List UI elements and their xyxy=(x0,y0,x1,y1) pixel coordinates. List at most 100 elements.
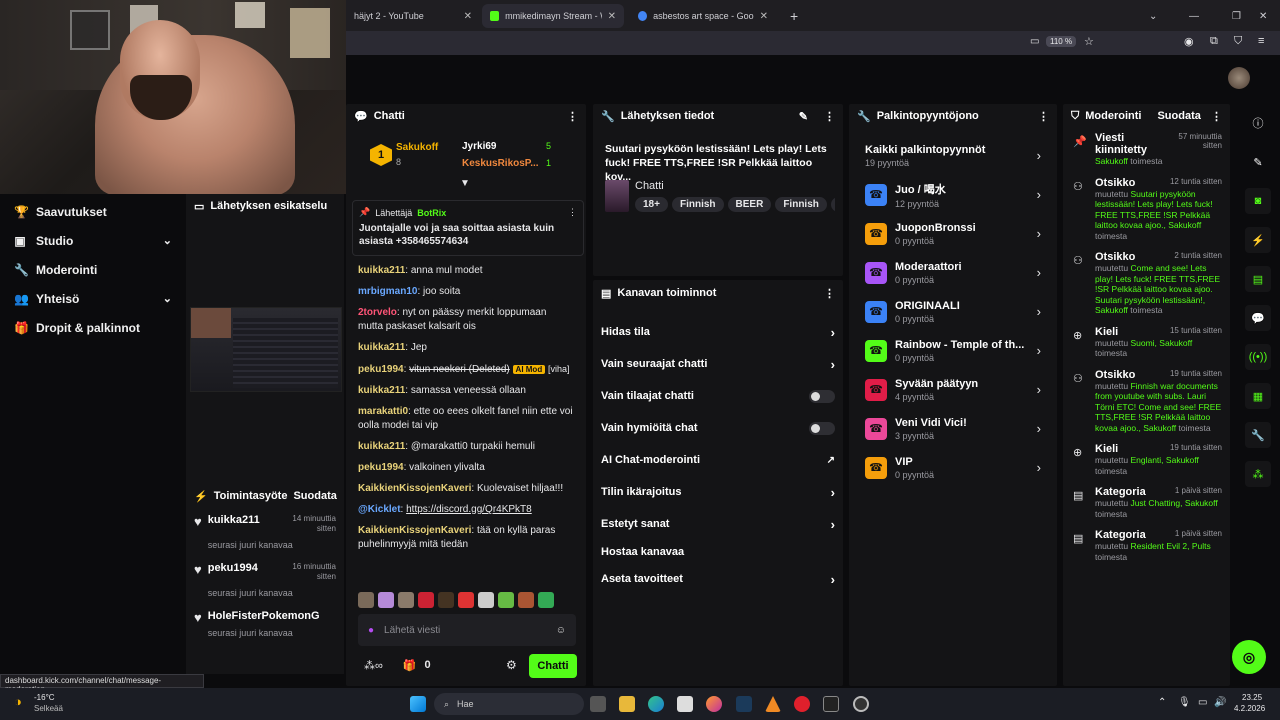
chat-username[interactable]: @Kicklet xyxy=(358,504,401,515)
close-icon[interactable]: ✕ xyxy=(760,11,768,22)
browser-tab-kick[interactable]: mmikedimayn Stream - Watch L ✕ xyxy=(482,4,624,28)
leaderboard-name[interactable]: Jyrki69 xyxy=(462,141,496,152)
edit-icon[interactable]: ✎ xyxy=(799,110,808,123)
tag-pill[interactable]: Finnish xyxy=(775,197,827,212)
emote-icon[interactable] xyxy=(538,592,554,608)
reward-all[interactable]: Kaikki palkintopyynnöt 19 pyyntöä › xyxy=(849,136,1057,175)
document-icon[interactable]: ▤ xyxy=(1245,266,1271,292)
menu-icon[interactable]: ≡ xyxy=(1258,35,1264,47)
mod-user[interactable]: Sakukoff xyxy=(1168,220,1201,230)
window-close-icon[interactable]: ✕ xyxy=(1251,4,1275,28)
chat-username[interactable]: marakatti0 xyxy=(358,406,408,417)
emote-icon[interactable] xyxy=(458,592,474,608)
more-icon[interactable]: ⋮ xyxy=(1038,110,1049,123)
channel-action-row[interactable]: Estetyt sanat › xyxy=(593,508,843,540)
mod-user[interactable]: Sakukoff xyxy=(1159,338,1192,348)
expand-leaderboard-icon[interactable]: ▼ xyxy=(460,178,470,189)
chevron-down-icon[interactable]: ⌄ xyxy=(163,292,172,305)
windows-start-icon[interactable] xyxy=(410,696,426,712)
emote-icon[interactable] xyxy=(518,592,534,608)
task-view-icon[interactable] xyxy=(590,696,606,712)
close-icon[interactable]: ✕ xyxy=(464,11,472,22)
channel-action-row[interactable]: Aseta tavoitteet › xyxy=(593,563,843,595)
emote-icon[interactable] xyxy=(358,592,374,608)
activity-username[interactable]: HoleFisterPokemonG xyxy=(208,610,320,622)
channel-action-row[interactable]: Tilin ikärajoitus › xyxy=(593,476,843,508)
mic-icon[interactable]: ● xyxy=(368,625,374,636)
info-icon[interactable]: ⓘ xyxy=(1245,110,1271,136)
maximize-icon[interactable]: ❐ xyxy=(1224,4,1249,28)
leaderboard-name[interactable]: KeskusRikosP... xyxy=(462,158,539,169)
sidebar-item-yhteiso[interactable]: 👥 Yhteisö ⌄ xyxy=(0,284,186,313)
chat-username[interactable]: kuikka211 xyxy=(358,265,405,276)
emote-icon[interactable] xyxy=(378,592,394,608)
shield-icon[interactable]: ⛉ xyxy=(1234,35,1242,48)
channel-action-row[interactable]: Vain hymiöitä chat xyxy=(593,412,843,444)
emote-icon[interactable] xyxy=(478,592,494,608)
lightning-icon[interactable]: ⚡ xyxy=(1245,227,1271,253)
chat-username[interactable]: peku1994 xyxy=(358,462,404,473)
users-icon[interactable]: ⁂ xyxy=(1245,461,1271,487)
minimize-icon[interactable]: — xyxy=(1181,4,1207,28)
emote-icon[interactable] xyxy=(398,592,414,608)
steam-icon[interactable] xyxy=(736,696,752,712)
leaderboard-name[interactable]: Sakukoff xyxy=(396,142,438,153)
toggle-switch[interactable] xyxy=(809,421,835,435)
tag-pill[interactable]: 18+ xyxy=(635,197,668,212)
sidebar-item-saavutukset[interactable]: 🏆 Saavutukset xyxy=(0,197,186,226)
clock-date[interactable]: 4.2.2026 xyxy=(1234,704,1265,713)
mod-user[interactable]: Sakukoff xyxy=(1166,455,1199,465)
pencil-icon[interactable]: ✎ xyxy=(1245,149,1271,175)
reward-item[interactable]: ☎ JuoponBronssi 0 pyyntöä › xyxy=(849,214,1057,253)
layout-icon[interactable]: ▦ xyxy=(1245,383,1271,409)
clock-time[interactable]: 23.25 xyxy=(1242,693,1262,702)
category-name[interactable]: Chatti xyxy=(635,180,664,192)
opera-icon[interactable] xyxy=(794,696,810,712)
chat-username[interactable]: 2torvelo xyxy=(358,307,397,318)
mod-user[interactable]: Sakukoff xyxy=(1143,423,1176,433)
chat-username[interactable]: kuikka211 xyxy=(358,342,405,353)
taskbar-search[interactable]: ⌕ Hae xyxy=(434,693,584,715)
more-icon[interactable]: ⋮ xyxy=(1211,110,1222,123)
tag-pill[interactable]: Me xyxy=(830,197,835,212)
camera-icon[interactable]: ◙ xyxy=(1245,188,1271,214)
stream-preview-image[interactable] xyxy=(190,307,342,392)
emote-icon[interactable] xyxy=(498,592,514,608)
obs-icon[interactable] xyxy=(853,696,869,712)
chat-text[interactable]: https://discord.gg/Qr4KPkT8 xyxy=(406,504,532,515)
emoji-icon[interactable]: ☺ xyxy=(556,625,566,636)
kick-assistant-icon[interactable]: ◎ xyxy=(1232,640,1266,674)
close-icon[interactable]: ✕ xyxy=(608,11,616,22)
reward-item[interactable]: ☎ Syvään päätyyn 4 pyyntöä › xyxy=(849,370,1057,409)
chat-username[interactable]: kuikka211 xyxy=(358,385,405,396)
volume-icon[interactable]: 🔊 xyxy=(1214,697,1226,708)
reward-item[interactable]: ☎ Veni Vidi Vici! 3 pyyntöä › xyxy=(849,409,1057,448)
filter-button[interactable]: Suodata xyxy=(293,490,336,502)
vlc-icon[interactable] xyxy=(765,696,781,712)
mod-user[interactable]: Sakukoff xyxy=(1095,305,1128,315)
channel-action-row[interactable]: Hidas tila › xyxy=(593,316,843,348)
zoom-level[interactable]: 110 % xyxy=(1046,36,1077,47)
chat-username[interactable]: kuikka211 xyxy=(358,441,405,452)
account-icon[interactable]: ◉ xyxy=(1184,35,1194,48)
pinned-user[interactable]: BotRix xyxy=(417,208,446,218)
chevron-up-icon[interactable]: ⌃ xyxy=(1158,697,1166,708)
filter-button[interactable]: Suodata xyxy=(1157,110,1200,122)
browser-tab-youtube[interactable]: häjyt 2 - YouTube ✕ xyxy=(346,4,480,28)
browser-tab-google[interactable]: asbestos art space - Google-ha ✕ xyxy=(630,4,776,28)
users-icon[interactable]: ⁂∞ xyxy=(364,659,383,672)
reward-item[interactable]: ☎ Moderaattori 0 pyyntöä › xyxy=(849,253,1057,292)
sidebar-item-moderointi[interactable]: 🔧 Moderointi xyxy=(0,255,186,284)
new-tab-button[interactable]: + xyxy=(782,4,806,28)
tag-pill[interactable]: Finnish xyxy=(671,197,724,212)
firefox-icon[interactable] xyxy=(706,696,722,712)
avatar[interactable] xyxy=(1228,67,1250,89)
terminal-icon[interactable] xyxy=(823,696,839,712)
edge-icon[interactable] xyxy=(648,696,664,712)
reward-item[interactable]: ☎ Juo / 喝水 12 pyyntöä › xyxy=(849,175,1057,214)
chat-bubble-icon[interactable]: 💬 xyxy=(1245,305,1271,331)
gift-icon[interactable]: 🎁 xyxy=(403,659,417,672)
file-explorer-icon[interactable] xyxy=(619,696,635,712)
weather-icon[interactable]: ◑ xyxy=(14,694,22,709)
reader-icon[interactable]: ▭ xyxy=(1030,36,1039,47)
